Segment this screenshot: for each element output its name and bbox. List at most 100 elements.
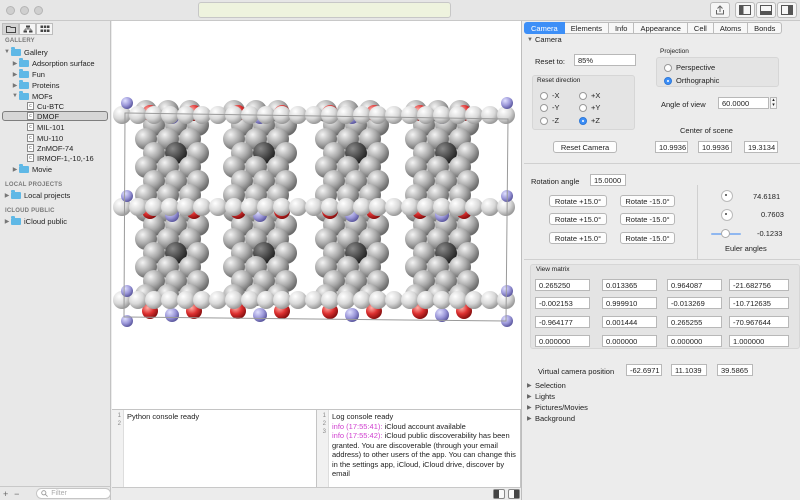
tree-item-irmof[interactable]: c IRMOF-1,-10,-16 <box>27 153 94 163</box>
tree-item-mofs[interactable]: ▼ MOFs <box>11 90 52 101</box>
radio-orthographic[interactable]: Orthographic <box>664 76 719 85</box>
view-matrix-cell[interactable]: -70.967644 <box>729 316 789 328</box>
disclosure-collapsed-icon[interactable]: ▶ <box>3 218 11 225</box>
euler-angle-1-knob[interactable] <box>721 190 733 202</box>
angle-of-view-field[interactable]: 60.0000 <box>718 97 769 109</box>
split-console-left-button[interactable] <box>493 489 505 499</box>
tree-item-znmof-74[interactable]: c ZnMOF-74 <box>27 143 73 153</box>
view-matrix-cell[interactable]: 0.999910 <box>602 297 657 309</box>
tab-cell[interactable]: Cell <box>687 22 714 34</box>
remove-button[interactable]: − <box>11 489 22 499</box>
toggle-console-button[interactable] <box>756 2 776 18</box>
tab-grid[interactable] <box>36 23 53 35</box>
euler-angle-3-slider-thumb[interactable] <box>721 229 730 238</box>
virtual-camera-x-field[interactable]: -62.6971 <box>626 364 662 376</box>
radio-minus-x[interactable]: -X <box>540 91 560 100</box>
tab-atoms[interactable]: Atoms <box>713 22 749 34</box>
rotate-x-plus-button[interactable]: Rotate +15.0° <box>549 195 607 207</box>
selection-section-header[interactable]: ▶ Selection <box>527 381 566 390</box>
tab-folders[interactable] <box>2 23 19 35</box>
view-matrix-cell[interactable]: -10.712635 <box>729 297 789 309</box>
radio-minus-z[interactable]: -Z <box>540 116 559 125</box>
view-matrix-cell[interactable]: -21.682756 <box>729 279 789 291</box>
tab-appearance[interactable]: Appearance <box>634 22 688 34</box>
radio-minus-y[interactable]: -Y <box>540 103 560 112</box>
rotate-z-minus-button[interactable]: Rotate -15.0° <box>620 232 675 244</box>
center-z-field[interactable]: 19.3134 <box>744 141 778 153</box>
disclosure-collapsed-icon[interactable]: ▶ <box>11 166 19 173</box>
euler-angle-2-knob[interactable] <box>721 209 733 221</box>
tree-item-fun[interactable]: ▶ Fun <box>11 68 45 79</box>
tree-item-cu-btc[interactable]: c Cu-BTC <box>27 101 64 111</box>
reset-to-field[interactable]: 85% <box>574 54 636 66</box>
center-x-field[interactable]: 10.9936 <box>655 141 688 153</box>
toggle-inspector-button[interactable] <box>777 2 797 18</box>
tree-item-mu-110[interactable]: c MU-110 <box>27 133 63 143</box>
toggle-sidebar-button[interactable] <box>735 2 755 18</box>
disclosure-collapsed-icon[interactable]: ▶ <box>3 192 11 199</box>
radio-plus-y[interactable]: +Y <box>579 103 600 112</box>
disclosure-expanded-icon[interactable]: ▼ <box>11 93 19 99</box>
tree-item-mil-101[interactable]: c MIL-101 <box>27 122 65 132</box>
disclosure-collapsed-icon[interactable]: ▶ <box>11 82 19 89</box>
python-console[interactable]: 1 2 Python console ready <box>112 409 317 487</box>
tab-elements[interactable]: Elements <box>564 22 609 34</box>
background-section-header[interactable]: ▶ Background <box>527 414 575 423</box>
close-window-button[interactable] <box>6 6 15 15</box>
virtual-camera-z-field[interactable]: 39.5865 <box>717 364 753 376</box>
angle-of-view-stepper[interactable]: ▴ ▾ <box>770 97 777 109</box>
rotate-x-minus-button[interactable]: Rotate -15.0° <box>620 195 675 207</box>
lights-section-header[interactable]: ▶ Lights <box>527 392 555 401</box>
log-console[interactable]: 1 2 3 Log console ready info (17:55:41):… <box>317 409 521 487</box>
rotate-y-plus-button[interactable]: Rotate +15.0° <box>549 213 607 225</box>
disclosure-collapsed-icon[interactable]: ▶ <box>11 60 19 67</box>
add-button[interactable]: + <box>0 489 11 499</box>
rotation-angle-field[interactable]: 15.0000 <box>590 174 626 186</box>
share-button[interactable] <box>710 2 730 18</box>
disclosure-collapsed-icon[interactable]: ▶ <box>11 71 19 78</box>
view-matrix-cell[interactable]: 0.001444 <box>602 316 657 328</box>
disclosure-collapsed-icon: ▶ <box>527 405 532 411</box>
center-y-field[interactable]: 10.9936 <box>698 141 732 153</box>
view-matrix-cell[interactable]: 0.964087 <box>667 279 722 291</box>
view-matrix-cell[interactable]: 0.013365 <box>602 279 657 291</box>
filter-input[interactable]: Filter <box>36 488 111 499</box>
molecule-viewport[interactable] <box>112 21 521 409</box>
tree-item-movie[interactable]: ▶ Movie <box>11 163 52 174</box>
disclosure-expanded-icon[interactable]: ▼ <box>3 49 11 55</box>
split-console-right-button[interactable] <box>508 489 520 499</box>
tab-bonds[interactable]: Bonds <box>748 22 783 34</box>
radio-perspective[interactable]: Perspective <box>664 63 715 72</box>
tree-item-local-projects[interactable]: ▶ Local projects <box>3 189 70 200</box>
view-matrix-cell[interactable]: -0.964177 <box>535 316 590 328</box>
view-matrix-cell[interactable]: -0.013269 <box>667 297 722 309</box>
rotate-y-minus-button[interactable]: Rotate -15.0° <box>620 213 675 225</box>
log-timestamp: info (17:55:42): <box>332 431 383 440</box>
radio-plus-x[interactable]: +X <box>579 91 600 100</box>
view-matrix-cell[interactable]: 1.000000 <box>729 335 789 347</box>
tree-item-proteins[interactable]: ▶ Proteins <box>11 79 60 90</box>
view-matrix-cell[interactable]: -0.002153 <box>535 297 590 309</box>
tree-item-gallery[interactable]: ▼ Gallery <box>3 46 48 57</box>
reset-camera-button[interactable]: Reset Camera <box>553 141 617 153</box>
molecular-structure-render[interactable] <box>112 21 521 409</box>
virtual-camera-y-field[interactable]: 11.1039 <box>671 364 707 376</box>
view-matrix-cell[interactable]: 0.265255 <box>667 316 722 328</box>
tab-info[interactable]: Info <box>608 22 635 34</box>
view-matrix-cell[interactable]: 0.000000 <box>667 335 722 347</box>
camera-section-header[interactable]: ▼ Camera <box>527 35 562 44</box>
view-matrix-cell[interactable]: 0.000000 <box>535 335 590 347</box>
tree-item-dmof[interactable]: c DMOF <box>2 111 108 121</box>
tree-item-adsorption-surface[interactable]: ▶ Adsorption surface <box>11 57 95 68</box>
zoom-window-button[interactable] <box>34 6 43 15</box>
view-matrix-cell[interactable]: 0.000000 <box>602 335 657 347</box>
rotate-z-plus-button[interactable]: Rotate +15.0° <box>549 232 607 244</box>
tab-camera[interactable]: Camera <box>524 22 565 34</box>
tab-hierarchy[interactable] <box>19 23 36 35</box>
atom-sphere <box>305 106 323 124</box>
radio-plus-z[interactable]: +Z <box>579 116 600 125</box>
view-matrix-cell[interactable]: 0.265250 <box>535 279 590 291</box>
pictures-movies-section-header[interactable]: ▶ Pictures/Movies <box>527 403 588 412</box>
minimize-window-button[interactable] <box>20 6 29 15</box>
tree-item-icloud-public[interactable]: ▶ iCloud public <box>3 215 67 226</box>
